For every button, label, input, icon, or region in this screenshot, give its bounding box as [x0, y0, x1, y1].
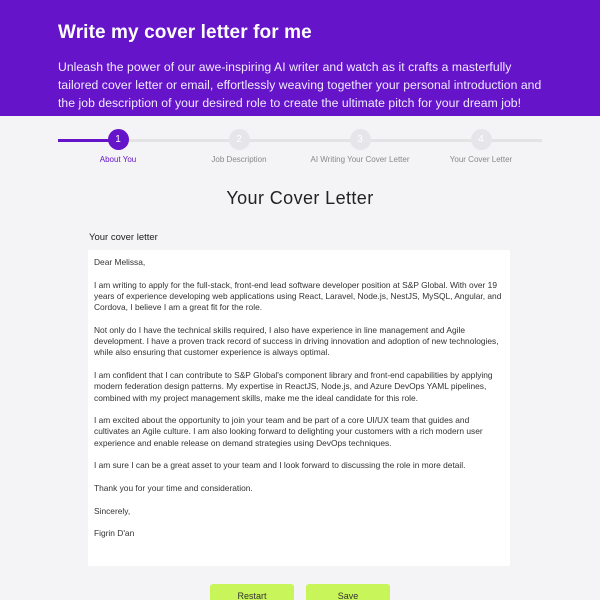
restart-button[interactable]: Restart: [210, 584, 294, 600]
letter-paragraph: Not only do I have the technical skills …: [94, 324, 499, 358]
cover-letter-textarea[interactable]: Dear Melissa, I am writing to apply for …: [88, 250, 510, 566]
letter-paragraph: I am writing to apply for the full-stack…: [94, 279, 502, 313]
step-about-you[interactable]: 1 About You: [58, 129, 178, 164]
step-number: 3: [349, 129, 371, 150]
step-label: Job Description: [211, 155, 267, 164]
step-number: 1: [107, 129, 129, 150]
section-title: Your Cover Letter: [226, 188, 374, 208]
letter-signature: Figrin D'an: [94, 528, 135, 539]
letter-paragraph: Thank you for your time and consideratio…: [94, 482, 253, 493]
hero-banner: Write my cover letter for me Unleash the…: [0, 0, 600, 116]
letter-closing: Sincerely,: [94, 505, 131, 516]
step-label: Your Cover Letter: [449, 155, 513, 164]
cover-letter-field-label: Your cover letter: [89, 232, 158, 243]
step-label: About You: [99, 155, 137, 164]
step-job-description[interactable]: 2 Job Description: [179, 129, 299, 164]
letter-greeting: Dear Melissa,: [94, 257, 146, 267]
progress-stepper: 1 About You 2 Job Description 3 AI Writi…: [58, 129, 542, 169]
step-number: 4: [470, 129, 492, 150]
letter-paragraph: I am excited about the opportunity to jo…: [94, 415, 483, 448]
step-ai-writing[interactable]: 3 AI Writing Your Cover Letter: [300, 129, 420, 164]
step-number: 2: [228, 129, 250, 150]
letter-paragraph: I am confident that I can contribute to …: [94, 369, 493, 403]
page-subtitle: Unleash the power of our awe-inspiring A…: [58, 60, 542, 110]
save-button[interactable]: Save: [306, 584, 390, 600]
step-your-cover-letter[interactable]: 4 Your Cover Letter: [421, 129, 541, 164]
step-label: AI Writing Your Cover Letter: [310, 155, 410, 164]
page-title: Write my cover letter for me: [58, 22, 312, 43]
letter-paragraph: I am sure I can be a great asset to your…: [94, 460, 466, 471]
